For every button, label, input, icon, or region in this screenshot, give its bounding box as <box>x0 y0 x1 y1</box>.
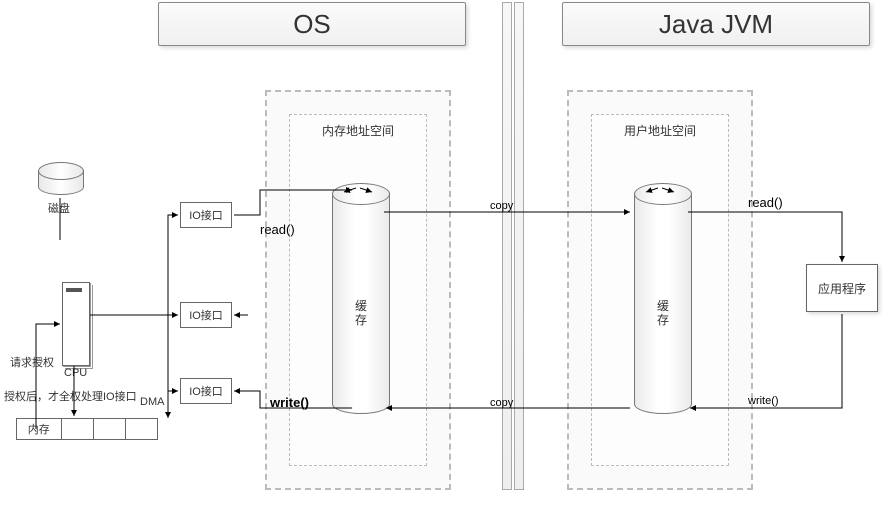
dma-label: DMA <box>140 396 164 408</box>
os-outer-region: 内存地址空间 缓 存 <box>265 90 451 490</box>
os-write-label: write() <box>270 395 309 410</box>
app-read-label: read() <box>748 195 783 210</box>
application-box: 应用程序 <box>806 264 878 312</box>
jvm-buffer-cylinder: 缓 存 <box>634 193 692 414</box>
os-read-label: read() <box>260 222 295 237</box>
jvm-buffer-label: 缓 存 <box>635 299 691 327</box>
os-sublabel: 内存地址空间 <box>290 121 426 141</box>
disk-icon <box>38 170 84 195</box>
io-port-1: IO接口 <box>180 202 232 228</box>
diagram-stage: { "titles": { "os": "OS", "jvm": "Java J… <box>0 0 896 523</box>
app-write-label: write() <box>748 395 779 407</box>
os-title: OS <box>158 2 466 46</box>
jvm-outer-region: 用户地址空间 缓 存 <box>567 90 753 490</box>
jvm-sublabel: 用户地址空间 <box>592 121 728 141</box>
cpu-label: CPU <box>64 367 87 379</box>
disk-label: 磁盘 <box>48 200 70 216</box>
jvm-inner-region: 用户地址空间 缓 存 <box>591 114 729 466</box>
copy-top-label: copy <box>490 200 513 212</box>
request-auth-label: 请求授权 <box>10 354 54 370</box>
io-port-3: IO接口 <box>180 378 232 404</box>
divider <box>502 2 524 490</box>
os-buffer-label: 缓 存 <box>333 299 389 327</box>
os-inner-region: 内存地址空间 缓 存 <box>289 114 427 466</box>
memory-cell-label: 内存 <box>17 419 62 439</box>
after-auth-label: 授权后，才全权处理IO接口 <box>4 388 154 404</box>
io-port-2: IO接口 <box>180 302 232 328</box>
copy-bottom-label: copy <box>490 397 513 409</box>
cpu-box <box>62 282 88 364</box>
memory-row: 内存 <box>16 418 158 440</box>
os-buffer-cylinder: 缓 存 <box>332 193 390 414</box>
jvm-title: Java JVM <box>562 2 870 46</box>
